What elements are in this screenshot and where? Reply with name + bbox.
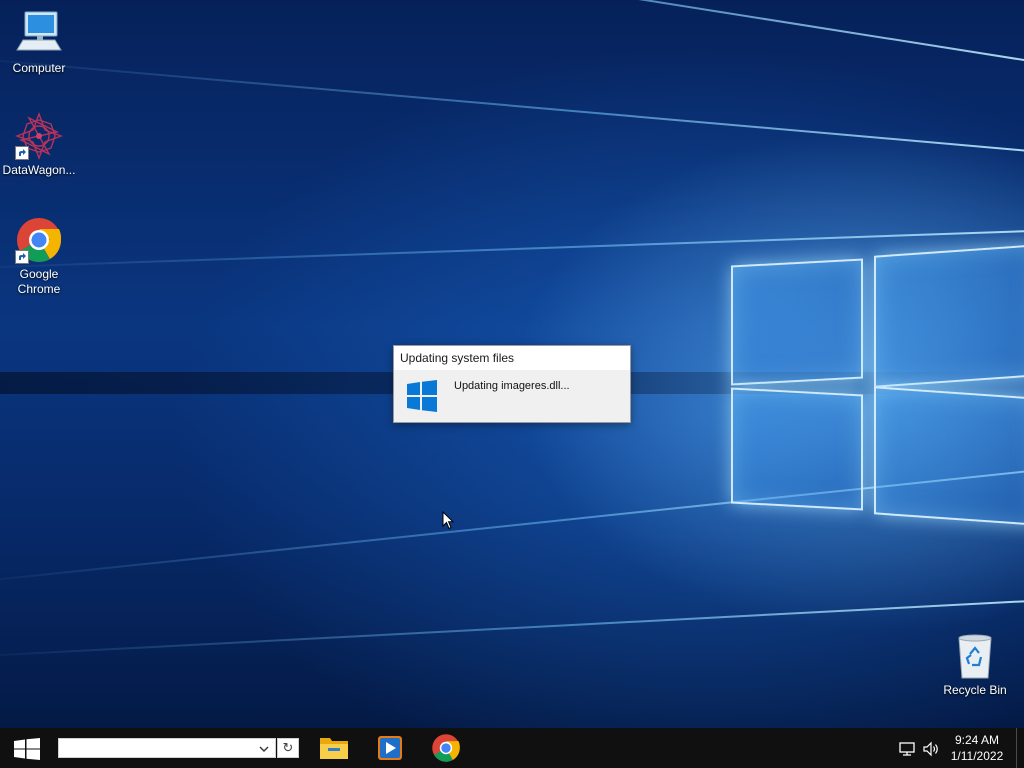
shortcut-arrow-icon [15,250,29,264]
chrome-icon [432,734,460,762]
taskbar-search-box[interactable] [58,738,276,758]
windows-start-icon [14,738,40,760]
taskbar-clock[interactable]: 9:24 AM 1/11/2022 [944,732,1010,764]
taskbar-pin-file-explorer[interactable] [310,728,358,768]
taskbar-pin-google-chrome[interactable] [422,728,470,768]
desktop-icon-google-chrome[interactable]: Google Chrome [0,216,78,297]
desktop-icon-datawagon[interactable]: DataWagon... [0,112,78,178]
wallpaper-pane [874,244,1024,388]
wallpaper-pane [731,387,863,511]
desktop-icon-recycle-bin[interactable]: Recycle Bin [936,632,1014,698]
search-input[interactable] [61,740,251,756]
update-dialog[interactable]: Updating system files Updating imageres.… [393,345,631,423]
network-icon[interactable] [898,741,916,762]
wallpaper-beam [0,230,1024,271]
desktop-icon-computer[interactable]: Computer [0,10,78,76]
desktop-icon-label: Computer [12,61,66,75]
shortcut-arrow-icon [15,146,29,160]
wallpaper-pane [731,258,863,386]
desktop-icon-label: Recycle Bin [943,683,1007,697]
file-explorer-icon [320,738,348,759]
wallpaper-beam [0,600,1024,660]
datawagon-icon [15,112,63,160]
wallpaper-beam [0,0,1024,62]
dialog-message: Updating imageres.dll... [454,380,570,392]
chrome-icon [15,216,63,264]
dialog-title: Updating system files [394,346,630,370]
refresh-icon[interactable]: ↻ [277,738,299,758]
start-button[interactable] [0,728,52,768]
desktop-icon-label: Google Chrome [17,267,61,296]
wallpaper-beam [0,470,1024,586]
taskbar-pin-media-player[interactable] [366,728,414,768]
clock-date: 1/11/2022 [950,749,1004,763]
windows-logo-icon [407,380,437,417]
clock-time: 9:24 AM [954,733,1000,747]
show-desktop-button[interactable] [1016,728,1024,768]
media-player-icon [378,736,402,760]
volume-icon[interactable] [922,741,940,762]
recycle-bin-icon [951,632,999,680]
chevron-down-icon[interactable] [258,742,270,760]
desktop-icon-label: DataWagon... [2,163,76,177]
computer-icon [15,10,63,58]
mouse-cursor-icon [442,510,455,535]
wallpaper-pane [874,386,1024,526]
wallpaper-beam [0,55,1024,152]
